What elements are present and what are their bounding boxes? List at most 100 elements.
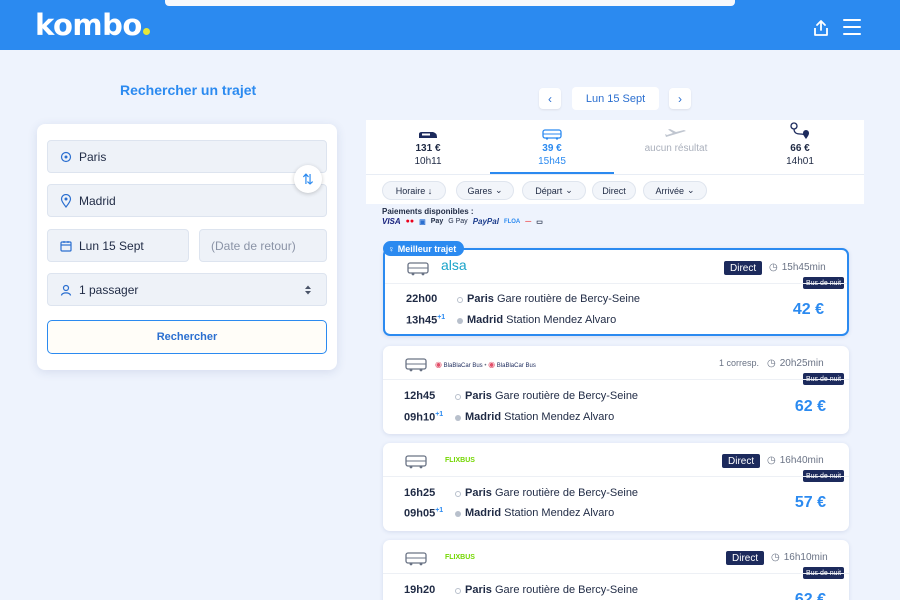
trip-duration-value: 15h45min bbox=[781, 262, 826, 273]
chevron-down-icon: ⌄ bbox=[686, 185, 695, 195]
arrival-time-value: 09h05 bbox=[404, 507, 436, 520]
departure-dot bbox=[455, 491, 461, 497]
trip-duration-value: 16h40min bbox=[779, 455, 824, 466]
operator-name: BlaBlaCar Bus bbox=[443, 363, 483, 369]
trip-duration: ◷ 20h25min bbox=[767, 358, 824, 369]
departure-city: Paris bbox=[467, 293, 494, 305]
trip-card[interactable]: FLIXBUS Direct ◷16h10min Bus de nuit 19h… bbox=[383, 540, 849, 600]
bus-icon bbox=[405, 358, 427, 372]
arrival-city: Madrid bbox=[465, 507, 502, 519]
destination-value: Madrid bbox=[79, 193, 116, 208]
mode-tab-plane[interactable]: aucun résultat bbox=[614, 120, 738, 174]
arrival-time-value: 13h45 bbox=[406, 314, 438, 327]
mode-tab-train[interactable]: 131 € 10h11 bbox=[366, 120, 490, 174]
departure-time: 12h45 bbox=[404, 390, 436, 402]
logo-dot bbox=[142, 28, 150, 35]
current-date[interactable]: Lun 15 Sept bbox=[572, 87, 659, 110]
filter-gares[interactable]: Gares ⌄ bbox=[456, 181, 514, 200]
departure-dot bbox=[455, 394, 461, 400]
bus-icon bbox=[405, 455, 427, 469]
filter-horaire[interactable]: Horaire ↓ bbox=[382, 181, 446, 200]
top-bar: kombo bbox=[0, 0, 900, 50]
swap-icon[interactable]: ⇅ bbox=[294, 165, 322, 193]
departure-stop: Paris Gare routière de Bercy-Seine bbox=[467, 293, 640, 305]
destination-field[interactable]: Madrid bbox=[47, 184, 327, 217]
trip-card[interactable]: FLIXBUS Direct ◷16h40min Bus de nuit 16h… bbox=[383, 443, 849, 531]
search-title: Rechercher un trajet bbox=[120, 82, 257, 98]
operator-logo: FLIXBUS bbox=[445, 457, 475, 464]
origin-field[interactable]: Paris bbox=[47, 140, 327, 173]
trip-card[interactable]: ◉ BlaBlaCar Bus • ◉ BlaBlaCar Bus 1 corr… bbox=[383, 346, 849, 434]
departure-station: Gare routière de Bercy-Seine bbox=[494, 584, 639, 596]
bulb-icon: ♀ bbox=[388, 243, 395, 254]
best-trip-label: Meilleur trajet bbox=[397, 243, 457, 254]
train-icon bbox=[419, 132, 437, 138]
prev-date-button[interactable]: ‹ bbox=[539, 88, 561, 109]
filter-direct[interactable]: Direct bbox=[592, 181, 636, 200]
mode-tab-bus[interactable]: 39 € 15h45 bbox=[490, 120, 614, 174]
clock-icon: ◷ bbox=[771, 552, 780, 563]
passengers-value: 1 passager bbox=[79, 282, 139, 297]
departure-date-value: Lun 15 Sept bbox=[79, 238, 144, 253]
arrival-station: Station Mendez Alvaro bbox=[504, 507, 615, 519]
departure-dot bbox=[457, 297, 463, 303]
apple-pay-logo: Pay bbox=[430, 218, 444, 225]
payment-logo: ▭ bbox=[536, 218, 543, 226]
hamburger-icon[interactable] bbox=[843, 19, 861, 35]
share-icon[interactable] bbox=[811, 18, 831, 38]
search-button[interactable]: Rechercher bbox=[47, 320, 327, 354]
next-date-button[interactable]: › bbox=[669, 88, 691, 109]
departure-date-field[interactable]: Lun 15 Sept bbox=[47, 229, 189, 262]
trip-duration-value: 20h25min bbox=[779, 358, 824, 369]
arrival-time: 09h10+1 bbox=[404, 411, 443, 424]
browser-strip bbox=[165, 0, 735, 6]
mode-tab-route[interactable]: 66 € 14h01 bbox=[738, 120, 862, 174]
direct-badge: Direct bbox=[722, 454, 761, 468]
origin-circle-icon bbox=[59, 150, 73, 164]
chevron-down-icon: ⌄ bbox=[494, 185, 503, 195]
trip-price: 42 € bbox=[792, 301, 824, 318]
floa-logo: FLOA bbox=[503, 218, 521, 225]
filter-arrivee[interactable]: Arrivée ⌄ bbox=[643, 181, 707, 200]
operator-logo: ◉ BlaBlaCar Bus • ◉ BlaBlaCar Bus bbox=[435, 360, 536, 369]
departure-city: Paris bbox=[465, 487, 492, 499]
filter-depart[interactable]: Départ ⌄ bbox=[522, 181, 586, 200]
departure-station: Gare routière de Bercy-Seine bbox=[494, 487, 639, 499]
arrival-city: Madrid bbox=[467, 314, 504, 326]
person-icon bbox=[59, 283, 73, 297]
filter-label: Départ bbox=[535, 185, 563, 196]
payment-logos: VISA ●● ▣ Pay G Pay PayPal FLOA — ▭ bbox=[382, 217, 543, 226]
return-date-field[interactable]: (Date de retour) bbox=[199, 229, 327, 262]
clock-icon: ◷ bbox=[767, 358, 776, 369]
trip-card[interactable]: alsa Direct ◷15h45min Bus de nuit 22h00 … bbox=[383, 248, 849, 336]
best-trip-badge: ♀ Meilleur trajet bbox=[383, 241, 465, 256]
chevron-down-icon: ⌄ bbox=[565, 185, 573, 195]
mastercard-logo: ●● bbox=[405, 218, 415, 225]
mode-duration: 15h45 bbox=[538, 156, 566, 167]
departure-time: 16h25 bbox=[404, 487, 436, 499]
departure-station: Gare routière de Bercy-Seine bbox=[496, 293, 641, 305]
trip-price: 62 € bbox=[794, 398, 826, 415]
calendar-icon bbox=[59, 239, 73, 253]
bus-icon bbox=[407, 262, 429, 276]
return-date-placeholder: (Date de retour) bbox=[211, 238, 296, 253]
departure-stop: Paris Gare routière de Bercy-Seine bbox=[465, 584, 638, 596]
operator-logo: FLIXBUS bbox=[445, 554, 475, 561]
departure-stop: Paris Gare routière de Bercy-Seine bbox=[465, 487, 638, 499]
departure-city: Paris bbox=[465, 390, 492, 402]
arrival-stop: Madrid Station Mendez Alvaro bbox=[465, 411, 614, 423]
direct-badge: Direct bbox=[726, 551, 765, 565]
kombo-logo[interactable]: kombo bbox=[35, 8, 150, 42]
paypal-logo: PayPal bbox=[472, 217, 499, 226]
arrival-dot bbox=[455, 415, 461, 421]
departure-station: Gare routière de Bercy-Seine bbox=[494, 390, 639, 402]
card-divider bbox=[383, 379, 849, 380]
passengers-select[interactable]: 1 passager bbox=[47, 273, 327, 306]
mode-duration: 10h11 bbox=[414, 156, 442, 167]
origin-value: Paris bbox=[79, 149, 107, 164]
direct-badge: Direct bbox=[724, 261, 763, 275]
select-arrows-icon bbox=[304, 284, 312, 299]
logo-text: kombo bbox=[35, 8, 142, 42]
mode-price: 131 € bbox=[415, 143, 441, 154]
operator-name-2: BlaBlaCar Bus bbox=[496, 363, 536, 369]
